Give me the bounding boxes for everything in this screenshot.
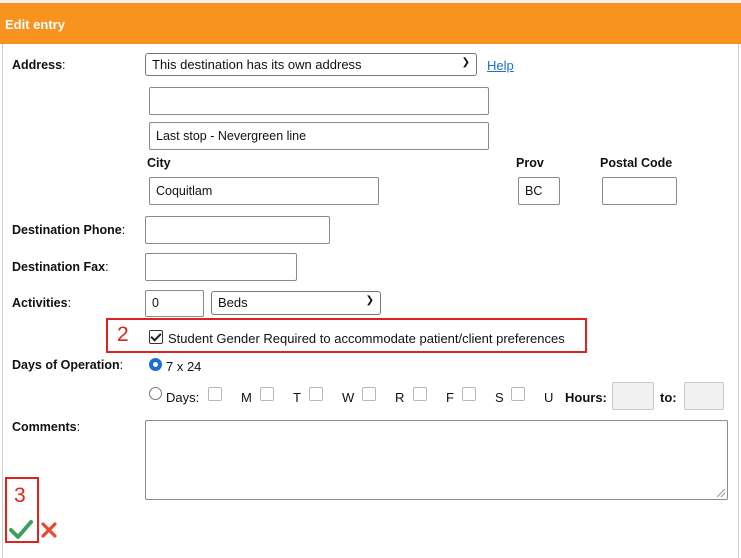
day-checkbox-w[interactable] [362,387,376,401]
day-label-s: S [495,390,504,405]
destination-phone-label: Destination Phone: [12,223,126,237]
city-input[interactable]: Coquitlam [149,177,379,205]
comments-textarea[interactable] [145,420,728,500]
radio-days-label: Days: [166,390,200,405]
postal-code-input[interactable] [602,177,677,205]
radio-7x24-label: 7 x 24 [166,359,202,374]
prov-label: Prov [516,156,544,170]
day-label-m: M [241,390,252,405]
gender-required-checkbox[interactable] [149,330,163,344]
callout-3-number: 3 [14,484,26,507]
day-checkbox-sunday-blank[interactable] [208,387,222,401]
hours-from-input[interactable] [612,382,654,410]
day-label-t: T [293,390,301,405]
save-checkmark-icon[interactable] [9,518,33,540]
day-checkbox-f[interactable] [462,387,476,401]
hours-to-input[interactable] [684,382,724,410]
address-select[interactable]: This destination has its own address ❯ [145,53,477,76]
dialog-title: Edit entry [0,3,741,44]
radio-days[interactable] [149,387,162,400]
comments-label: Comments: [12,420,81,434]
postal-code-label: Postal Code [600,156,673,170]
day-checkbox-m[interactable] [260,387,274,401]
activities-count-input[interactable]: 0 [145,290,204,317]
city-label: City [147,156,171,170]
address-label: Address: [12,58,66,72]
day-checkbox-r[interactable] [413,387,427,401]
gender-required-label: Student Gender Required to accommodate p… [168,331,565,346]
day-label-r: R [395,390,405,405]
to-label: to: [660,390,677,405]
hours-label: Hours: [565,390,607,405]
days-of-operation-label: Days of Operation: [12,358,124,372]
edit-entry-dialog: Address: This destination has its own ad… [2,44,739,558]
day-label-f: F [446,390,454,405]
address-line1-input[interactable] [149,87,489,115]
resize-grip-icon[interactable] [717,489,725,497]
radio-7x24[interactable] [149,358,162,371]
destination-fax-input[interactable] [145,253,297,281]
day-checkbox-s[interactable] [511,387,525,401]
day-label-u: U [544,390,554,405]
address-line2-input[interactable]: Last stop - Nevergreen line [149,122,489,150]
day-checkbox-t[interactable] [309,387,323,401]
cancel-x-icon[interactable] [41,522,57,538]
prov-input[interactable]: BC [518,177,560,205]
chevron-down-icon: ❯ [365,295,374,306]
activities-type-select[interactable]: Beds ❯ [211,291,381,315]
day-label-w: W [342,390,355,405]
destination-fax-label: Destination Fax: [12,260,109,274]
chevron-down-icon: ❯ [461,57,470,68]
activities-label: Activities: [12,296,72,310]
help-link[interactable]: Help [487,58,514,73]
destination-phone-input[interactable] [145,216,330,244]
